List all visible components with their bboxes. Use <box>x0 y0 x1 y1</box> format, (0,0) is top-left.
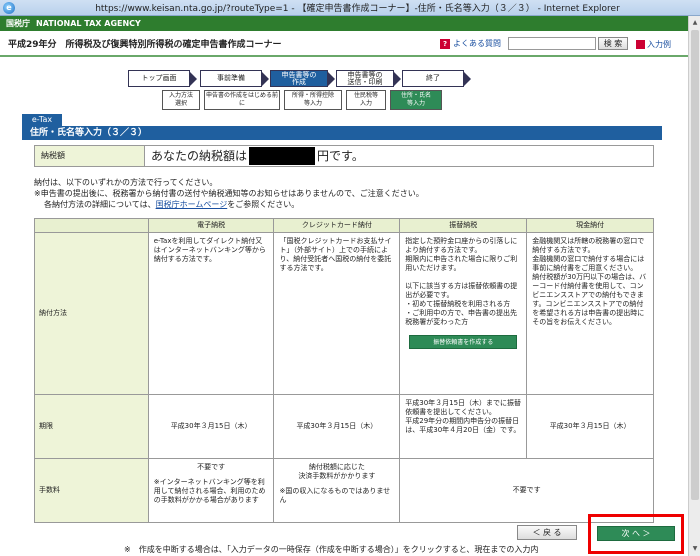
method-cash: 金融機関又は所轄の税務署の窓口で納付する方法です。 金融機関の窓口で納付する場合… <box>526 232 654 395</box>
deadline-cash: 平成30年３月15日（木） <box>526 394 654 459</box>
next-highlight-frame: 次 へ ＞ <box>588 514 684 554</box>
fee-etax-note: ※インターネットバンキング等を利用して納付される場合、利用のための手数料がかかる… <box>153 478 266 504</box>
back-button[interactable]: ＜ 戻 る <box>517 525 577 540</box>
deadline-transfer: 平成30年３月15日（木）までに振替依頼書を提出してください。 平成29年分の期… <box>399 394 528 459</box>
header-etax: 電子納税 <box>147 218 275 233</box>
fee-credit-note: ※国の収入になるものではありません <box>279 487 391 504</box>
substep-address-name: 住所・氏名 等入力 <box>390 90 442 110</box>
vertical-scrollbar[interactable]: ▲ ▼ <box>688 16 700 556</box>
faq-link[interactable]: ? よくある質問 <box>440 38 501 49</box>
next-button[interactable]: 次 へ ＞ <box>597 526 675 541</box>
header-credit: クレジットカード納付 <box>273 218 401 233</box>
fee-etax-main: 不要です <box>197 463 226 471</box>
row-label-method: 納付方法 <box>34 232 149 395</box>
agency-bar: 国税庁 NATIONAL TAX AGENCY <box>0 16 688 31</box>
fee-etax: 不要です ※インターネットバンキング等を利用して納付される場合、利用のための手数… <box>147 458 275 523</box>
search-button[interactable]: 検 索 <box>598 37 628 50</box>
deadline-etax: 平成30年３月15日（木） <box>147 394 275 459</box>
question-icon: ? <box>440 38 450 49</box>
table-row: 期限 平成30年３月15日（木） 平成30年３月15日（木） 平成30年３月15… <box>34 394 654 459</box>
guide-label: 入力例 <box>647 40 671 49</box>
deadline-credit: 平成30年３月15日（木） <box>273 394 401 459</box>
guide-link[interactable]: 入力例 <box>636 39 671 50</box>
guide-icon <box>636 40 645 49</box>
scroll-up-icon[interactable]: ▲ <box>690 18 700 28</box>
agency-name-en: NATIONAL TAX AGENCY <box>36 19 141 28</box>
step-top: トップ画面 <box>128 70 197 87</box>
scroll-down-icon[interactable]: ▼ <box>690 544 700 554</box>
fee-credit: 納付税額に応じた 決済手数料がかかります ※国の収入になるものではありません <box>273 458 401 523</box>
note-line-3: 各納付方法の詳細については、国税庁ホームページをご参照ください。 <box>34 199 674 210</box>
method-etax: e-Taxを利用してダイレクト納付又はインターネットバンキング等から納付する方法… <box>147 232 275 395</box>
corner-title: 平成29年分 所得税及び復興特別所得税の確定申告書作成コーナー <box>8 39 282 50</box>
substep-before-start: 申告書の作成をはじめる前に <box>204 90 280 110</box>
note-line-3-after: をご参照ください。 <box>227 200 300 209</box>
tax-amount-label: 納税額 <box>35 146 145 166</box>
table-corner <box>34 218 149 233</box>
table-row: 納付方法 e-Taxを利用してダイレクト納付又はインターネットバンキング等から納… <box>34 232 654 395</box>
page-title: 住所・氏名等入力（３／３） <box>22 126 662 140</box>
header-cash: 現金納付 <box>526 218 654 233</box>
note-line-3-before: 各納付方法の詳細については、 <box>44 200 156 209</box>
faq-label: よくある質問 <box>453 39 501 48</box>
internet-explorer-icon: e <box>3 1 15 14</box>
note-line-2: ※申告書の提出後に、税務署から納付書の送付や納税通知等のお知らせはありませんので… <box>34 189 424 198</box>
footer-note: ※ 作成を中断する場合は、「入力データの一時保存（作成を中断する場合）」をクリッ… <box>124 545 539 554</box>
create-transfer-request-button[interactable]: 振替依頼書を作成する <box>409 335 518 349</box>
tax-text-before: あなたの納税額は <box>151 149 248 163</box>
window-title: https://www.keisan.nta.go.jp/?routeType=… <box>95 4 620 14</box>
payment-methods-table: 電子納税 クレジットカード納付 振替納税 現金納付 納付方法 e-Taxを利用し… <box>34 218 654 523</box>
site-header: 平成29年分 所得税及び復興特別所得税の確定申告書作成コーナー ? よくある質問… <box>0 31 688 57</box>
substep-income-deduction: 所得・所得控除 等入力 <box>284 90 342 110</box>
redacted-amount <box>249 147 316 165</box>
row-label-fee: 手数料 <box>34 458 149 523</box>
tax-amount-box: 納税額 あなたの納税額は 円です。 <box>34 145 654 167</box>
agency-name-ja: 国税庁 <box>6 19 30 28</box>
fee-credit-main: 納付税額に応じた 決済手数料がかかります <box>298 463 376 480</box>
step-navigation: トップ画面 事前準備 申告書等の 作成 申告書等の 送信・印刷 終了 入力方法 … <box>0 58 688 110</box>
step-send-print: 申告書等の 送信・印刷 <box>336 70 401 87</box>
tax-amount-value: あなたの納税額は 円です。 <box>145 146 653 166</box>
note-line-1: 納付は、以下のいずれかの方法で行ってください。 <box>34 178 218 187</box>
substep-resident-tax: 住民税等 入力 <box>346 90 386 110</box>
search-input[interactable] <box>508 37 596 50</box>
scrollbar-thumb[interactable] <box>691 30 699 500</box>
table-row: 手数料 不要です ※インターネットバンキング等を利用して納付される場合、利用のた… <box>34 458 654 523</box>
substep-input-method: 入力方法 選択 <box>162 90 200 110</box>
fee-other: 不要です <box>399 458 654 523</box>
nta-homepage-link[interactable]: 国税庁ホームページ <box>156 200 228 209</box>
method-transfer-cell: 指定した預貯金口座からの引落しにより納付する方法です。 期限内に申告された場合に… <box>399 232 528 395</box>
step-create: 申告書等の 作成 <box>270 70 335 87</box>
tax-text-after: 円です。 <box>317 149 364 163</box>
method-transfer: 指定した預貯金口座からの引落しにより納付する方法です。 期限内に申告された場合に… <box>405 237 518 326</box>
method-credit: 「国税クレジットカードお支払サイト」（外部サイト）上での手続により、納付受託者へ… <box>273 232 401 395</box>
step-prep: 事前準備 <box>200 70 269 87</box>
row-label-deadline: 期限 <box>34 394 149 459</box>
step-end: 終了 <box>402 70 471 87</box>
table-header-row: 電子納税 クレジットカード納付 振替納税 現金納付 <box>34 218 654 233</box>
payment-notes: 納付は、以下のいずれかの方法で行ってください。 ※申告書の提出後に、税務署から納… <box>34 177 674 210</box>
header-transfer: 振替納税 <box>399 218 528 233</box>
etax-badge: e-Tax <box>22 114 62 126</box>
window-titlebar: e https://www.keisan.nta.go.jp/?routeTyp… <box>0 0 700 16</box>
